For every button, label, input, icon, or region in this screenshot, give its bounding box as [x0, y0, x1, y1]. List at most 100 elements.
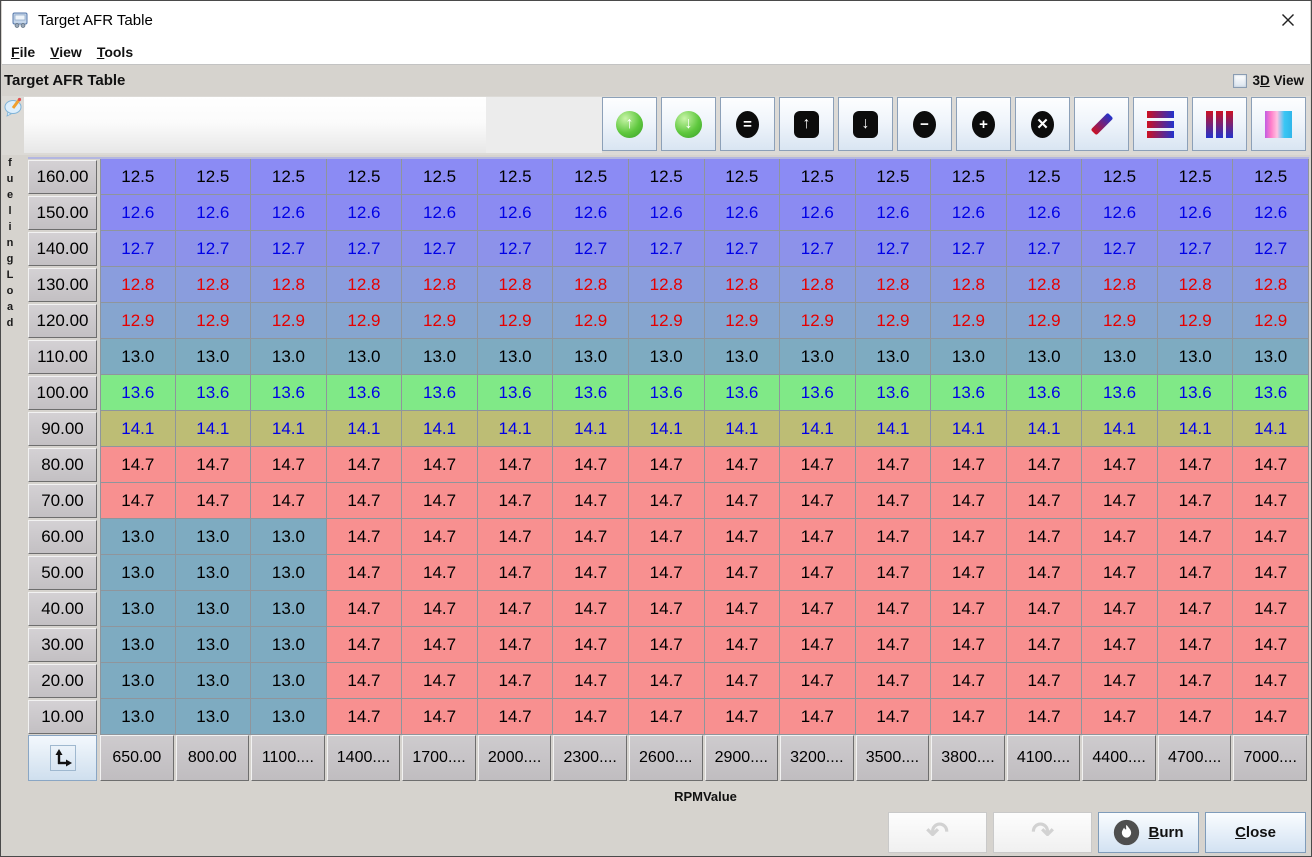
afr-cell[interactable]: 13.0 [176, 339, 252, 375]
afr-cell[interactable]: 14.1 [856, 411, 932, 447]
interpolate-button[interactable] [1074, 97, 1129, 151]
scale-up-button[interactable]: ↑ [779, 97, 834, 151]
afr-cell[interactable]: 13.0 [705, 339, 781, 375]
afr-cell[interactable]: 14.7 [1007, 699, 1083, 735]
afr-cell[interactable]: 14.7 [327, 447, 403, 483]
afr-cell[interactable]: 12.6 [780, 195, 856, 231]
afr-cell[interactable]: 14.7 [553, 447, 629, 483]
afr-cell[interactable]: 12.7 [1007, 231, 1083, 267]
afr-cell[interactable]: 14.7 [1007, 447, 1083, 483]
afr-cell[interactable]: 14.7 [856, 663, 932, 699]
afr-cell[interactable]: 14.7 [629, 519, 705, 555]
afr-cell[interactable]: 14.7 [402, 627, 478, 663]
afr-cell[interactable]: 13.0 [176, 591, 252, 627]
afr-cell[interactable]: 14.7 [780, 699, 856, 735]
scale-down-button[interactable]: ↓ [838, 97, 893, 151]
afr-cell[interactable]: 14.7 [1233, 483, 1309, 519]
afr-cell[interactable]: 13.0 [1233, 339, 1309, 375]
afr-cell[interactable]: 13.6 [1233, 375, 1309, 411]
afr-cell[interactable]: 13.0 [251, 627, 327, 663]
menu-view[interactable]: View [50, 44, 82, 60]
afr-cell[interactable]: 12.8 [176, 267, 252, 303]
afr-cell[interactable]: 14.7 [478, 483, 554, 519]
afr-cell[interactable]: 14.7 [251, 483, 327, 519]
afr-cell[interactable]: 12.5 [705, 159, 781, 195]
afr-cell[interactable]: 12.7 [1082, 231, 1158, 267]
lower-values-button[interactable]: ↓ [661, 97, 716, 151]
afr-cell[interactable]: 14.7 [1233, 555, 1309, 591]
afr-cell[interactable]: 12.9 [1158, 303, 1234, 339]
afr-cell[interactable]: 13.0 [176, 699, 252, 735]
afr-cell[interactable]: 14.7 [553, 663, 629, 699]
afr-cell[interactable]: 13.0 [856, 339, 932, 375]
afr-cell[interactable]: 13.6 [780, 375, 856, 411]
afr-cell[interactable]: 12.5 [1158, 159, 1234, 195]
afr-cell[interactable]: 12.8 [478, 267, 554, 303]
afr-cell[interactable]: 12.5 [402, 159, 478, 195]
afr-cell[interactable]: 12.9 [251, 303, 327, 339]
afr-cell[interactable]: 12.8 [856, 267, 932, 303]
afr-cell[interactable]: 12.8 [931, 267, 1007, 303]
afr-cell[interactable]: 12.5 [553, 159, 629, 195]
afr-cell[interactable]: 12.6 [1082, 195, 1158, 231]
afr-cell[interactable]: 14.7 [402, 555, 478, 591]
afr-cell[interactable]: 12.6 [705, 195, 781, 231]
afr-cell[interactable]: 12.7 [251, 231, 327, 267]
afr-cell[interactable]: 14.7 [856, 555, 932, 591]
afr-cell[interactable]: 12.6 [100, 195, 176, 231]
afr-cell[interactable]: 14.7 [705, 447, 781, 483]
afr-cell[interactable]: 14.7 [629, 555, 705, 591]
afr-cell[interactable]: 12.7 [176, 231, 252, 267]
afr-cell[interactable]: 14.7 [1007, 591, 1083, 627]
afr-cell[interactable]: 14.1 [1082, 411, 1158, 447]
afr-cell[interactable]: 14.7 [705, 591, 781, 627]
afr-cell[interactable]: 14.7 [1082, 591, 1158, 627]
afr-cell[interactable]: 14.7 [553, 591, 629, 627]
afr-cell[interactable]: 14.7 [1007, 663, 1083, 699]
afr-cell[interactable]: 14.7 [402, 663, 478, 699]
afr-cell[interactable]: 13.6 [176, 375, 252, 411]
afr-cell[interactable]: 14.7 [1007, 519, 1083, 555]
afr-cell[interactable]: 14.7 [931, 447, 1007, 483]
set-value-button[interactable]: = [720, 97, 775, 151]
afr-cell[interactable]: 12.6 [1007, 195, 1083, 231]
afr-cell[interactable]: 14.7 [1158, 699, 1234, 735]
afr-cell[interactable]: 13.6 [402, 375, 478, 411]
afr-cell[interactable]: 14.7 [705, 627, 781, 663]
afr-cell[interactable]: 14.7 [780, 519, 856, 555]
afr-cell[interactable]: 14.7 [478, 555, 554, 591]
color-scale-button[interactable] [1251, 97, 1306, 151]
afr-cell[interactable]: 13.0 [931, 339, 1007, 375]
interpolate-horizontal-button[interactable] [1133, 97, 1188, 151]
afr-cell[interactable]: 12.9 [100, 303, 176, 339]
burn-button[interactable]: Burn [1098, 812, 1199, 853]
afr-cell[interactable]: 14.1 [327, 411, 403, 447]
afr-cell[interactable]: 14.1 [251, 411, 327, 447]
afr-cell[interactable]: 14.7 [780, 447, 856, 483]
afr-cell[interactable]: 13.0 [100, 699, 176, 735]
afr-cell[interactable]: 14.7 [176, 447, 252, 483]
afr-cell[interactable]: 14.7 [1082, 555, 1158, 591]
afr-cell[interactable]: 14.7 [1082, 447, 1158, 483]
afr-cell[interactable]: 14.1 [176, 411, 252, 447]
afr-cell[interactable]: 12.6 [1233, 195, 1309, 231]
afr-cell[interactable]: 14.7 [931, 663, 1007, 699]
afr-cell[interactable]: 14.7 [780, 591, 856, 627]
afr-cell[interactable]: 13.0 [780, 339, 856, 375]
afr-cell[interactable]: 12.7 [100, 231, 176, 267]
menu-tools[interactable]: Tools [97, 44, 133, 60]
afr-cell[interactable]: 14.7 [931, 591, 1007, 627]
afr-cell[interactable]: 12.8 [780, 267, 856, 303]
afr-cell[interactable]: 13.6 [553, 375, 629, 411]
afr-cell[interactable]: 14.7 [478, 627, 554, 663]
afr-cell[interactable]: 12.9 [327, 303, 403, 339]
afr-cell[interactable]: 12.7 [629, 231, 705, 267]
afr-cell[interactable]: 14.1 [402, 411, 478, 447]
afr-cell[interactable]: 14.7 [705, 519, 781, 555]
afr-cell[interactable]: 14.7 [1007, 627, 1083, 663]
afr-cell[interactable]: 14.7 [478, 663, 554, 699]
afr-cell[interactable]: 14.7 [1082, 519, 1158, 555]
close-button[interactable]: Close [1205, 812, 1306, 853]
subtract-button[interactable]: − [897, 97, 952, 151]
afr-cell[interactable]: 12.5 [780, 159, 856, 195]
